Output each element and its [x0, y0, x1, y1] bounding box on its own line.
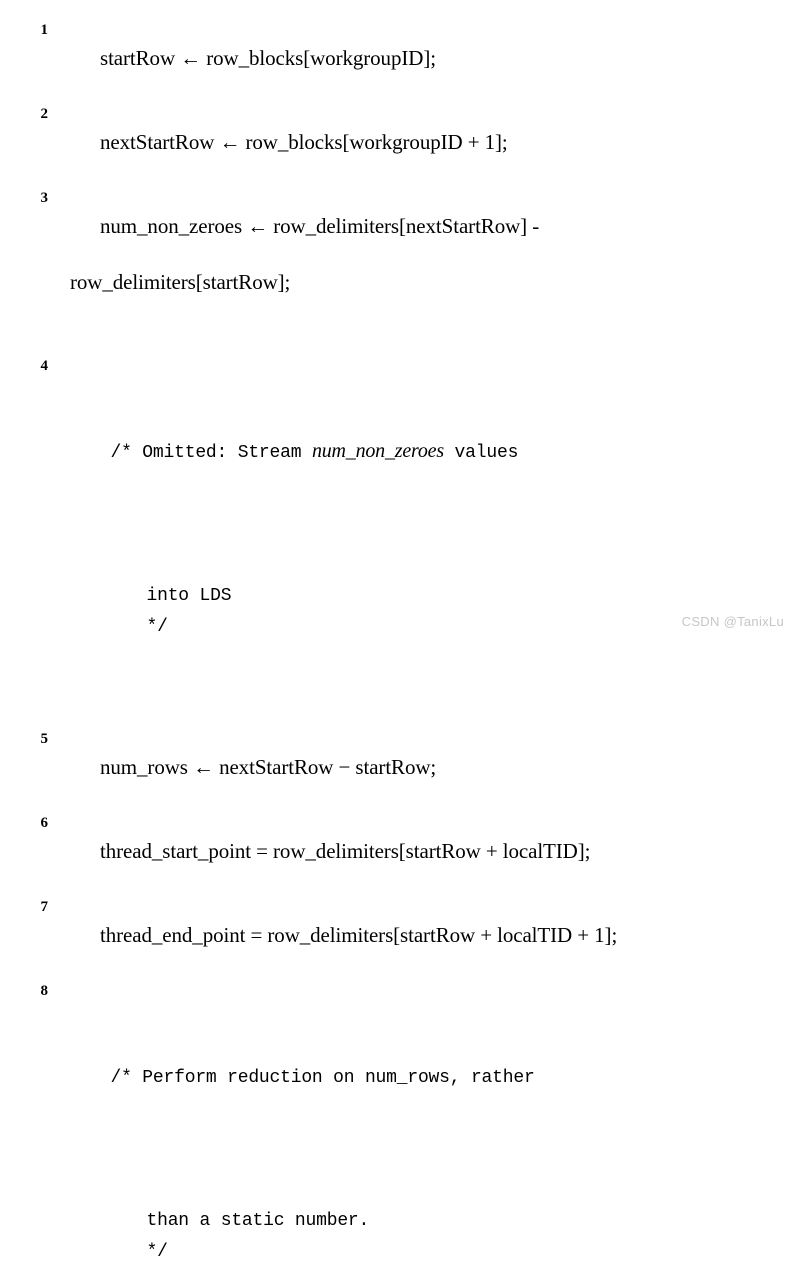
comment-continuation-text: than a static number. [146, 1211, 370, 1231]
line-content: thread_start_point = row_delimiters[star… [48, 809, 778, 893]
code-line: 3 num_non_zeroes ← row_delimiters[nextSt… [14, 184, 778, 352]
code-line: 5 num_rows ← nextStartRow − startRow; [14, 725, 778, 809]
line-content: nextStartRow ← row_blocks[workgroupID + … [48, 100, 778, 184]
statement-text: thread_end_point = row_delimiters[startR… [100, 923, 618, 947]
line-content: thread_end_point = row_delimiters[startR… [48, 893, 778, 977]
statement-wrap-text: row_delimiters[startRow]; [70, 270, 291, 294]
code-line: 2 nextStartRow ← row_blocks[workgroupID … [14, 100, 778, 184]
statement-text: nextStartRow ← row_blocks[workgroupID + … [100, 130, 508, 154]
line-content: startRow ← row_blocks[workgroupID]; [48, 16, 778, 100]
comment-first-row: /* Omitted: Stream num_non_zeroes values [58, 408, 778, 495]
pseudocode-listing: 1 startRow ← row_blocks[workgroupID]; 2 … [14, 16, 778, 1272]
line-number: 4 [40, 358, 49, 374]
line-content: /* Perform reduction on num_rows, rather… [48, 977, 778, 1272]
statement-text: startRow ← row_blocks[workgroupID]; [100, 46, 436, 70]
comment-variable: num_non_zeroes [311, 440, 444, 462]
code-line: 7 thread_end_point = row_delimiters[star… [14, 893, 778, 977]
line-content: num_rows ← nextStartRow − startRow; [48, 725, 778, 809]
algorithm-figure: 1 startRow ← row_blocks[workgroupID]; 2 … [0, 0, 792, 1262]
comment-continuation-row: than a static number. */ [58, 1176, 778, 1272]
comment-open-text: /* Perform reduction on num_rows, rather [110, 1068, 535, 1088]
comment-close-text: */ [146, 1242, 168, 1262]
comment-open-text: /* Omitted: Stream [110, 443, 312, 463]
code-line: 4 /* Omitted: Stream num_non_zeroes valu… [14, 352, 778, 725]
statement-text: thread_start_point = row_delimiters[star… [100, 839, 591, 863]
comment-continuation-row: into LDS */ [58, 551, 778, 669]
comment-first-row: /* Perform reduction on num_rows, rather [58, 1033, 778, 1120]
line-number: 8 [40, 983, 49, 999]
line-number: 5 [40, 731, 49, 747]
comment-close-text: */ [146, 617, 168, 637]
line-content: /* Omitted: Stream num_non_zeroes values… [48, 352, 778, 725]
line-number: 6 [40, 815, 49, 831]
statement-text: num_non_zeroes ← row_delimiters[nextStar… [100, 214, 540, 238]
code-line: 6 thread_start_point = row_delimiters[st… [14, 809, 778, 893]
line-number: 3 [40, 190, 49, 206]
comment-continuation-text: into LDS [146, 586, 232, 606]
code-line: 8 /* Perform reduction on num_rows, rath… [14, 977, 778, 1272]
statement-text: num_rows ← nextStartRow − startRow; [100, 755, 437, 779]
watermark: CSDN @TanixLu [681, 614, 784, 629]
line-content: num_non_zeroes ← row_delimiters[nextStar… [48, 184, 778, 352]
line-number: 7 [40, 899, 49, 915]
comment-tail-text: values [443, 443, 519, 463]
line-number: 2 [40, 106, 49, 122]
line-number: 1 [40, 22, 49, 38]
code-line: 1 startRow ← row_blocks[workgroupID]; [14, 16, 778, 100]
